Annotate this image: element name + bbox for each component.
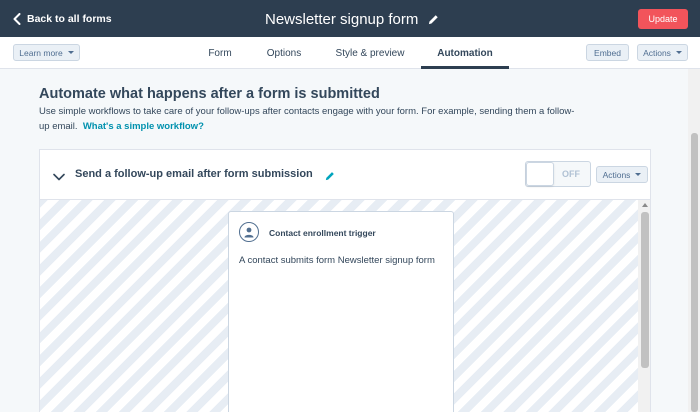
pencil-icon[interactable] xyxy=(325,168,335,186)
top-header: Back to all forms Newsletter signup form… xyxy=(0,0,700,37)
caret-down-icon xyxy=(635,173,642,176)
tab-options-label: Options xyxy=(266,47,302,59)
simple-workflow-help-link[interactable]: What's a simple workflow? xyxy=(83,121,204,132)
workflow-actions-label: Actions xyxy=(602,169,631,180)
workflow-card-header: Send a follow-up email after form submis… xyxy=(40,150,650,199)
workflow-toggle[interactable]: OFF xyxy=(525,161,591,187)
workflow-canvas: Contact enrollment trigger A contact sub… xyxy=(40,199,638,412)
workflow-title: Send a follow-up email after form submis… xyxy=(75,168,313,180)
tab-style-preview-label: Style & preview xyxy=(335,47,405,59)
caret-down-icon xyxy=(67,51,74,54)
tab-automation-label: Automation xyxy=(437,47,493,59)
tab-style-preview[interactable]: Style & preview xyxy=(329,37,411,69)
actions-label: Actions xyxy=(643,47,671,58)
trigger-title: Contact enrollment trigger xyxy=(269,228,376,238)
form-title-text: Newsletter signup form xyxy=(265,10,419,28)
workflow-card: Send a follow-up email after form submis… xyxy=(39,149,651,412)
enrollment-trigger-card[interactable]: Contact enrollment trigger A contact sub… xyxy=(228,211,454,412)
embed-button[interactable]: Embed xyxy=(586,44,629,61)
learn-more-label: Learn more xyxy=(19,47,63,58)
person-icon xyxy=(239,222,259,242)
tab-form[interactable]: Form xyxy=(196,37,244,69)
tab-form-label: Form xyxy=(208,47,232,59)
chevron-down-icon[interactable] xyxy=(53,168,65,186)
trigger-description: A contact submits form Newsletter signup… xyxy=(239,255,435,266)
toggle-state-label: OFF xyxy=(562,169,580,179)
caret-down-icon xyxy=(675,51,682,54)
tab-options[interactable]: Options xyxy=(259,37,309,69)
learn-more-dropdown[interactable]: Learn more xyxy=(13,44,80,61)
tab-automation[interactable]: Automation xyxy=(421,37,509,69)
chevron-left-icon xyxy=(13,13,21,25)
pencil-icon[interactable] xyxy=(428,14,439,25)
workflow-actions-dropdown[interactable]: Actions xyxy=(596,166,648,183)
scroll-up-arrow-icon[interactable] xyxy=(642,203,648,207)
page-heading: Automate what happens after a form is su… xyxy=(39,86,380,102)
back-link-label: Back to all forms xyxy=(27,13,112,25)
form-title: Newsletter signup form xyxy=(265,9,439,29)
active-tab-indicator xyxy=(421,66,509,69)
canvas-scrollbar-thumb[interactable] xyxy=(641,212,649,368)
page-scrollbar-thumb[interactable] xyxy=(691,133,698,412)
back-to-forms-link[interactable]: Back to all forms xyxy=(13,10,112,28)
actions-dropdown[interactable]: Actions xyxy=(637,44,688,61)
update-button[interactable]: Update xyxy=(638,9,688,29)
page-description: Use simple workflows to take care of you… xyxy=(39,104,579,134)
toggle-knob xyxy=(526,162,554,186)
nav-bar: Learn more Form Options Style & preview … xyxy=(0,37,700,69)
